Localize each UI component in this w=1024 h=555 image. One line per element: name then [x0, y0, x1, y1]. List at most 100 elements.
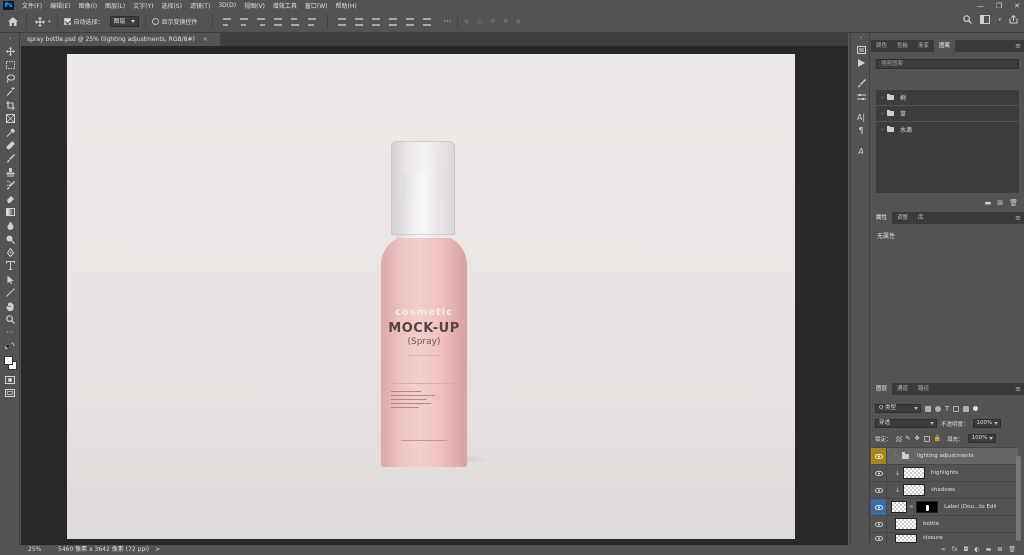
- path-selection-tool-icon[interactable]: [0, 273, 20, 286]
- eye-icon[interactable]: [871, 464, 887, 482]
- filter-shape-icon[interactable]: [953, 405, 960, 412]
- menu-view[interactable]: 视图(V): [240, 1, 269, 10]
- lock-artboard-icon[interactable]: [923, 435, 930, 442]
- close-button[interactable]: ✕: [1014, 2, 1020, 10]
- status-menu-arrow[interactable]: >: [155, 545, 160, 555]
- layer-row[interactable]: ↓ shadows: [871, 481, 1018, 499]
- delete-layer-icon[interactable]: 🗑: [1008, 546, 1016, 553]
- filter-smart-object-icon[interactable]: [963, 405, 970, 412]
- align-top-icon[interactable]: [273, 17, 283, 26]
- color-swatches[interactable]: [0, 353, 20, 373]
- add-mask-icon[interactable]: ◘: [964, 546, 969, 553]
- menu-plugins[interactable]: 增效工具: [269, 1, 301, 10]
- eraser-tool-icon[interactable]: [0, 192, 20, 205]
- eye-icon[interactable]: [871, 515, 887, 533]
- tab-swatches[interactable]: 色板: [892, 40, 913, 52]
- tab-adjustments[interactable]: 调整: [892, 212, 913, 224]
- menu-3d[interactable]: 3D(D): [214, 2, 240, 9]
- share-icon[interactable]: [1009, 15, 1018, 24]
- glyphs-panel-icon[interactable]: A: [851, 145, 871, 158]
- align-bottom-icon[interactable]: [307, 17, 317, 26]
- pattern-group-row[interactable]: › 草: [876, 106, 1019, 121]
- distribute-right-icon[interactable]: [422, 17, 432, 26]
- edit-toolbar-icon[interactable]: ···: [0, 326, 20, 339]
- chevron-right-icon[interactable]: ›: [881, 95, 883, 101]
- type-tool-icon[interactable]: [0, 259, 20, 272]
- lock-position-icon[interactable]: ✥: [915, 435, 920, 442]
- tab-channels[interactable]: 通道: [892, 383, 913, 395]
- tab-properties[interactable]: 属性: [871, 212, 893, 224]
- menu-image[interactable]: 图像(I): [75, 1, 101, 10]
- eye-icon[interactable]: [871, 533, 887, 543]
- document-canvas[interactable]: ·········· cosmetic MOCK-UP (Spray) ————…: [67, 54, 795, 539]
- distribute-vcenter-icon[interactable]: [354, 17, 364, 26]
- chevron-down-icon[interactable]: ▾: [998, 17, 1001, 23]
- lasso-tool-icon[interactable]: [0, 72, 20, 85]
- eye-icon[interactable]: [871, 481, 887, 499]
- menu-select[interactable]: 选择(S): [157, 1, 186, 10]
- move-tool-icon[interactable]: [0, 45, 20, 58]
- brush-settings-icon[interactable]: [851, 77, 871, 90]
- panel-menu-icon[interactable]: ≡: [1015, 212, 1021, 224]
- brush-tool-icon[interactable]: [0, 152, 20, 165]
- crop-tool-icon[interactable]: [0, 99, 20, 112]
- menu-help[interactable]: 帮助(H): [332, 1, 361, 10]
- auto-select-checkbox[interactable]: [63, 18, 71, 25]
- show-transform-checkbox[interactable]: [151, 18, 159, 25]
- document-tab[interactable]: spray bottle.psd @ 25% (lighting adjustm…: [21, 33, 220, 46]
- clone-stamp-tool-icon[interactable]: [0, 166, 20, 179]
- filter-pixel-icon[interactable]: [925, 405, 931, 412]
- new-pattern-icon[interactable]: ⊞: [997, 199, 1003, 207]
- pattern-search-input[interactable]: 搜索图案: [876, 59, 1019, 69]
- tab-color[interactable]: 颜色: [871, 40, 892, 52]
- blur-tool-icon[interactable]: [0, 219, 20, 232]
- magic-wand-tool-icon[interactable]: [0, 85, 20, 98]
- layer-row[interactable]: closure: [871, 532, 1018, 543]
- adjustments-panel-icon[interactable]: [851, 90, 871, 103]
- history-panel-icon[interactable]: [851, 43, 871, 56]
- menu-layer[interactable]: 图层(L): [101, 1, 129, 10]
- menu-file[interactable]: 文件(F): [18, 1, 46, 10]
- screen-mode-icon[interactable]: [0, 386, 20, 399]
- actions-panel-icon[interactable]: [851, 56, 871, 69]
- search-icon[interactable]: [963, 15, 973, 24]
- eye-icon[interactable]: [871, 498, 887, 516]
- character-panel-icon[interactable]: A|: [851, 111, 871, 124]
- layer-style-icon[interactable]: fx: [952, 546, 958, 553]
- gradient-tool-icon[interactable]: [0, 206, 20, 219]
- hand-tool-icon[interactable]: [0, 299, 20, 312]
- delete-icon[interactable]: 🗑: [1009, 199, 1018, 207]
- fill-input[interactable]: 100%: [967, 434, 996, 443]
- lock-image-icon[interactable]: ✎: [906, 435, 911, 442]
- blend-mode-select[interactable]: 穿透: [875, 419, 937, 428]
- layer-row[interactable]: ↓ highlights: [871, 464, 1018, 482]
- panel-menu-icon[interactable]: ≡: [1015, 40, 1021, 52]
- paragraph-panel-icon[interactable]: ¶: [851, 124, 871, 137]
- workspace-icon[interactable]: [980, 15, 991, 24]
- move-tool-icon[interactable]: [33, 15, 47, 29]
- layer-row[interactable]: › lighting adjustments: [871, 447, 1018, 465]
- chevron-right-icon[interactable]: ›: [881, 111, 883, 117]
- new-group-icon[interactable]: ▬: [985, 199, 992, 207]
- align-left-icon[interactable]: [222, 17, 232, 26]
- dodge-tool-icon[interactable]: [0, 232, 20, 245]
- menu-type[interactable]: 文字(Y): [129, 1, 157, 10]
- filter-toggle-icon[interactable]: [973, 406, 979, 411]
- more-options-button[interactable]: ···: [444, 17, 452, 26]
- tab-libraries[interactable]: 库: [913, 212, 929, 224]
- chevron-right-icon[interactable]: ›: [895, 453, 897, 459]
- link-layers-icon[interactable]: ∞: [941, 546, 946, 553]
- menu-edit[interactable]: 编辑(E): [46, 1, 74, 10]
- foreground-color-swatch[interactable]: [4, 355, 13, 365]
- lock-transparency-icon[interactable]: [895, 435, 902, 442]
- zoom-level[interactable]: 25%: [28, 545, 50, 555]
- layer-kind-filter[interactable]: Q 类型: [875, 404, 921, 413]
- distribute-bottom-icon[interactable]: [371, 17, 381, 26]
- tab-gradients[interactable]: 渐变: [913, 40, 934, 52]
- tab-patterns[interactable]: 图案: [934, 40, 956, 52]
- home-icon[interactable]: [6, 15, 20, 29]
- tab-paths[interactable]: 路径: [913, 383, 934, 395]
- canvas-workspace[interactable]: ·········· cosmetic MOCK-UP (Spray) ————…: [21, 46, 848, 545]
- align-center-h-icon[interactable]: [239, 17, 249, 26]
- opacity-input[interactable]: 100%: [972, 419, 1001, 428]
